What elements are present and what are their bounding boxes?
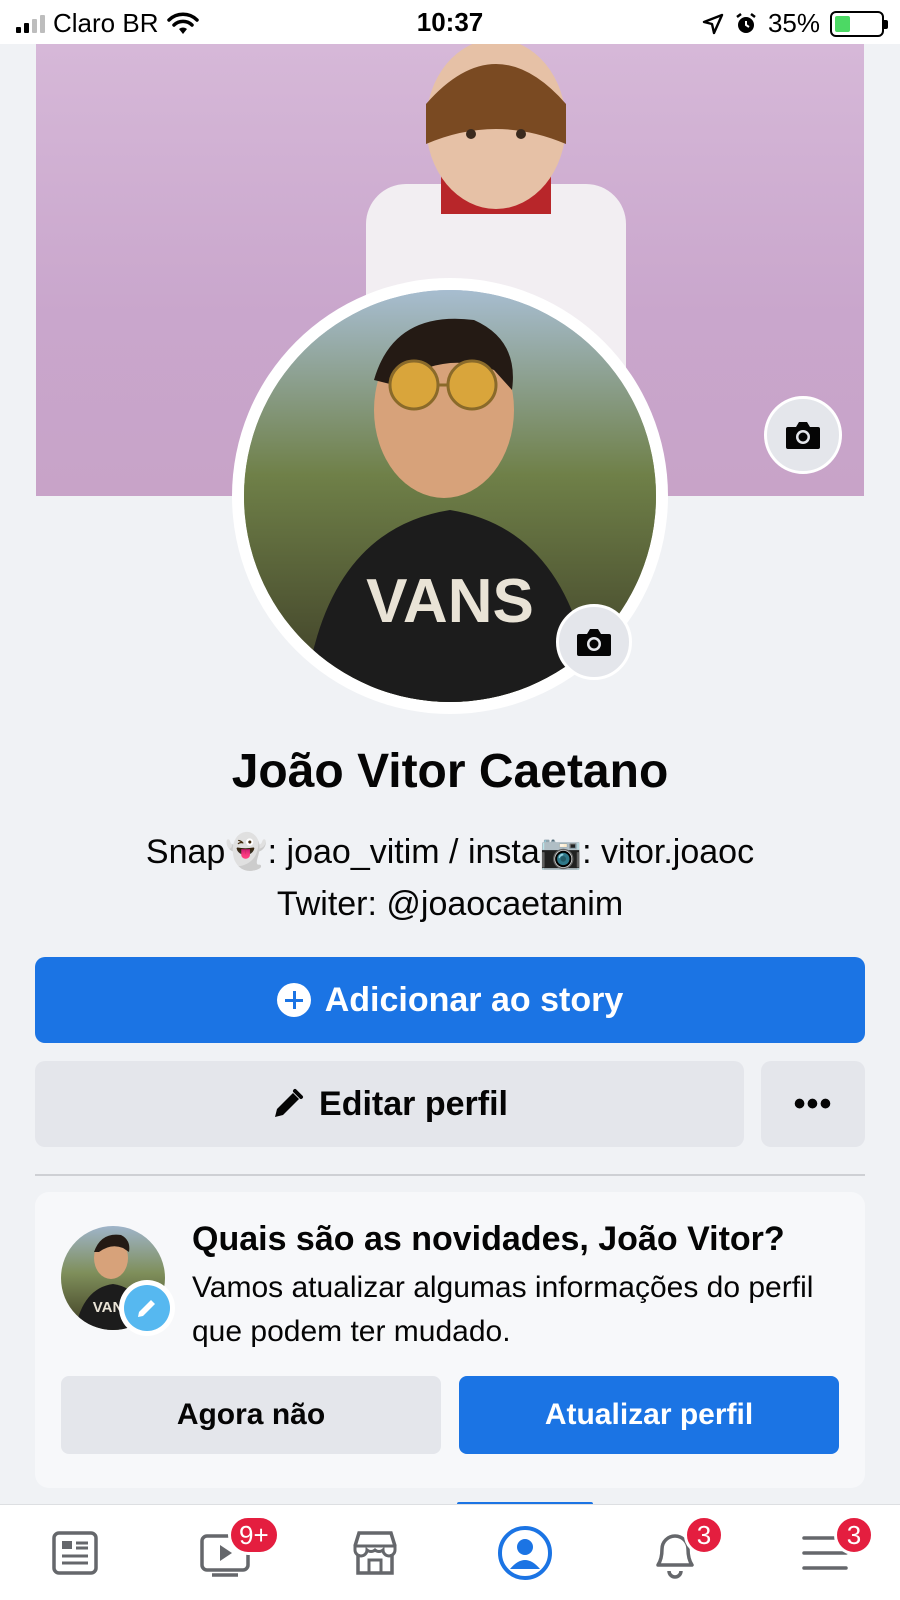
nav-home[interactable] (0, 1505, 150, 1600)
cover-camera-button[interactable] (764, 396, 842, 474)
nav-notifications[interactable]: 3 (600, 1505, 750, 1600)
marketplace-icon (353, 1531, 397, 1575)
add-to-story-button[interactable]: Adicionar ao story (35, 957, 865, 1043)
update-profile-button[interactable]: Atualizar perfil (459, 1376, 839, 1454)
location-arrow-icon (702, 13, 724, 34)
battery-percent: 35% (767, 8, 820, 38)
alarm-icon (736, 12, 756, 33)
edit-badge (119, 1280, 175, 1336)
more-icon: ••• (793, 1084, 833, 1123)
nav-menu[interactable]: 3 (750, 1505, 900, 1600)
pencil-icon (275, 1089, 304, 1117)
edit-profile-label: Editar perfil (319, 1084, 508, 1123)
status-right: 35% (702, 8, 888, 39)
pencil-icon (138, 1300, 155, 1317)
nav-profile[interactable] (450, 1505, 600, 1600)
news-feed-icon (52, 1531, 98, 1575)
bio-line: Twiter: @joaocaetanim (276, 885, 624, 923)
card-text: Vamos atualizar algumas informações do p… (192, 1271, 814, 1348)
nav-marketplace[interactable] (300, 1505, 450, 1600)
notification-badge: 3 (684, 1515, 724, 1555)
notification-badge: 3 (834, 1515, 874, 1555)
more-options-button[interactable]: ••• (761, 1061, 865, 1147)
camera-icon (786, 422, 820, 449)
bio-line: Snap👻: joao_vitim / insta📷: vitor.joaoc (145, 833, 755, 871)
battery-charging-icon (830, 10, 888, 37)
add-to-story-label: Adicionar ao story (324, 980, 624, 1019)
bottom-nav: 9+ 3 3 (0, 1504, 900, 1600)
notification-badge: 9+ (228, 1515, 280, 1555)
svg-text:VANS: VANS (366, 567, 534, 636)
avatar-camera-button[interactable] (556, 604, 632, 680)
not-now-button[interactable]: Agora não (61, 1376, 441, 1454)
profile-icon (498, 1526, 552, 1580)
update-profile-card: VANS Quais são as novidades, João Vitor?… (35, 1192, 865, 1488)
status-bar: Claro BR 10:37 35% (0, 0, 900, 44)
profile-name: João Vitor Caetano (231, 745, 669, 798)
nav-watch[interactable]: 9+ (150, 1505, 300, 1600)
divider (35, 1174, 865, 1176)
edit-profile-button[interactable]: Editar perfil (35, 1061, 744, 1147)
camera-icon (577, 629, 611, 656)
profile-bio: Snap👻: joao_vitim / insta📷: vitor.joaoc … (0, 826, 900, 930)
card-title: Quais são as novidades, João Vitor? (192, 1220, 785, 1258)
plus-circle-icon (276, 983, 311, 1017)
